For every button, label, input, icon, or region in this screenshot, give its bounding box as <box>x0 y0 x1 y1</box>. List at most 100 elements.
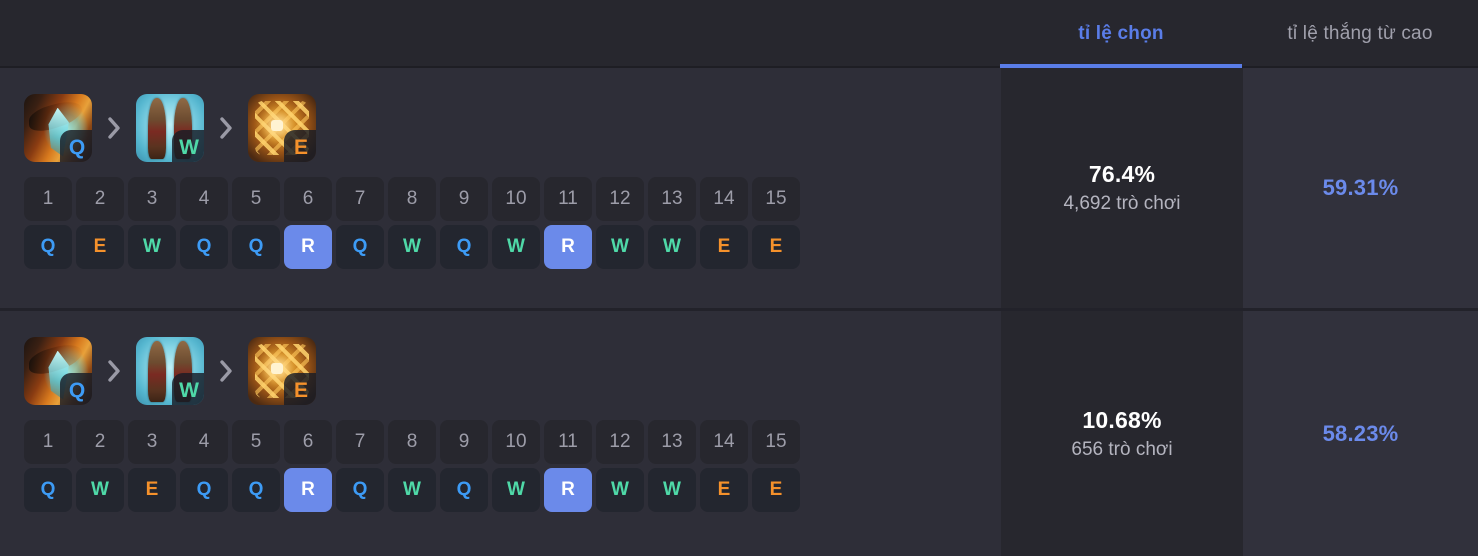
skill-cell-1-q: Q <box>24 468 72 512</box>
level-cell-2: 2 <box>76 177 124 221</box>
skill-cell-6-r: R <box>284 468 332 512</box>
pick-rate-value: 76.4% <box>1088 161 1156 187</box>
level-cell-14: 14 <box>700 420 748 464</box>
pick-rate-cell: 10.68% 656 trò chơi <box>1001 311 1243 556</box>
level-cell-13: 13 <box>648 420 696 464</box>
skill-cell-9-q: Q <box>440 225 488 269</box>
ability-key-badge-q: Q <box>60 130 92 162</box>
pick-rate-value: 10.68% <box>1082 406 1162 433</box>
level-number-row: 1 2 3 4 5 6 7 8 9 10 11 12 13 14 15 <box>24 177 1001 221</box>
level-cell-12: 12 <box>596 420 644 464</box>
ability-icon-e[interactable]: E <box>248 337 316 405</box>
ability-icon-w[interactable]: W <box>136 94 204 162</box>
skill-cell-12-w: W <box>596 225 644 269</box>
level-cell-11: 11 <box>544 177 592 221</box>
level-cell-1: 1 <box>24 420 72 464</box>
win-rate-value: 58.23% <box>1322 420 1399 446</box>
skill-cell-6-r: R <box>284 225 332 269</box>
tab-pick-rate[interactable]: tỉ lệ chọn <box>1000 0 1242 68</box>
skill-cell-2-e: E <box>76 225 124 269</box>
level-cell-8: 8 <box>388 420 436 464</box>
games-count: 4,692 trò chơi <box>1063 193 1181 214</box>
skill-cell-5-q: Q <box>232 225 280 269</box>
skill-order-grid: 1 2 3 4 5 6 7 8 9 10 11 12 13 14 15 QWEQQRQWQWRWWEE <box>24 420 1001 512</box>
skill-cell-9-q: Q <box>440 468 488 512</box>
row-skill-section: Q W E 1 2 3 4 5 6 7 8 9 10 11 12 13 14 1… <box>0 68 1001 308</box>
chevron-right-icon <box>92 359 136 383</box>
skill-cell-11-r: R <box>544 225 592 269</box>
skill-key-row: QWEQQRQWQWRWWEE <box>24 468 1001 512</box>
level-cell-10: 10 <box>492 177 540 221</box>
skill-cell-11-r: R <box>544 468 592 512</box>
panel-header: tỉ lệ chọn tỉ lệ thắng từ cao <box>0 0 1478 68</box>
ability-icon-e[interactable]: E <box>248 94 316 162</box>
level-cell-3: 3 <box>128 177 176 221</box>
tab-win-rate[interactable]: tỉ lệ thắng từ cao <box>1242 0 1478 68</box>
level-cell-15: 15 <box>752 177 800 221</box>
tab-pick-rate-label: tỉ lệ chọn <box>1078 23 1164 44</box>
level-cell-11: 11 <box>544 420 592 464</box>
level-cell-1: 1 <box>24 177 72 221</box>
table-row[interactable]: Q W E 1 2 3 4 5 6 7 8 9 10 11 12 13 14 1… <box>0 68 1478 311</box>
skill-cell-4-q: Q <box>180 468 228 512</box>
build-rows: Q W E 1 2 3 4 5 6 7 8 9 10 11 12 13 14 1… <box>0 68 1478 556</box>
skill-order-grid: 1 2 3 4 5 6 7 8 9 10 11 12 13 14 15 QEWQQRQWQWRWWEE <box>24 177 1001 269</box>
level-cell-5: 5 <box>232 420 280 464</box>
skill-cell-14-e: E <box>700 468 748 512</box>
ability-key-badge-q: Q <box>60 373 92 405</box>
skill-cell-15-e: E <box>752 225 800 269</box>
pick-rate-cell: 76.4% 4,692 trò chơi <box>1001 68 1243 308</box>
skill-cell-14-e: E <box>700 225 748 269</box>
skill-cell-13-w: W <box>648 468 696 512</box>
level-cell-4: 4 <box>180 420 228 464</box>
skill-cell-7-q: Q <box>336 468 384 512</box>
level-cell-10: 10 <box>492 420 540 464</box>
ability-key-badge-e: E <box>284 130 316 162</box>
level-cell-7: 7 <box>336 420 384 464</box>
ability-key-badge-w: W <box>172 130 204 162</box>
tab-win-rate-label: tỉ lệ thắng từ cao <box>1287 23 1433 44</box>
level-cell-4: 4 <box>180 177 228 221</box>
level-cell-9: 9 <box>440 177 488 221</box>
skill-cell-4-q: Q <box>180 225 228 269</box>
ability-key-badge-w: W <box>172 373 204 405</box>
skill-key-row: QEWQQRQWQWRWWEE <box>24 225 1001 269</box>
row-skill-section: Q W E 1 2 3 4 5 6 7 8 9 10 11 12 13 14 1… <box>0 311 1001 556</box>
skill-cell-13-w: W <box>648 225 696 269</box>
level-cell-5: 5 <box>232 177 280 221</box>
skill-cell-10-w: W <box>492 225 540 269</box>
win-rate-value: 59.31% <box>1322 175 1399 200</box>
ability-key-badge-e: E <box>284 373 316 405</box>
skill-cell-12-w: W <box>596 468 644 512</box>
level-number-row: 1 2 3 4 5 6 7 8 9 10 11 12 13 14 15 <box>24 420 1001 464</box>
win-rate-cell: 59.31% <box>1243 68 1478 308</box>
ability-priority-chain: Q W E <box>24 94 1001 162</box>
level-cell-14: 14 <box>700 177 748 221</box>
ability-icon-w[interactable]: W <box>136 337 204 405</box>
chevron-right-icon <box>204 359 248 383</box>
ability-icon-q[interactable]: Q <box>24 337 92 405</box>
level-cell-9: 9 <box>440 420 488 464</box>
skill-cell-2-w: W <box>76 468 124 512</box>
level-cell-8: 8 <box>388 177 436 221</box>
games-count: 656 trò chơi <box>1071 438 1173 460</box>
ability-priority-chain: Q W E <box>24 337 1001 405</box>
skill-cell-15-e: E <box>752 468 800 512</box>
level-cell-3: 3 <box>128 420 176 464</box>
skill-cell-3-e: E <box>128 468 176 512</box>
level-cell-15: 15 <box>752 420 800 464</box>
skill-cell-3-w: W <box>128 225 176 269</box>
skill-cell-5-q: Q <box>232 468 280 512</box>
level-cell-7: 7 <box>336 177 384 221</box>
table-row[interactable]: Q W E 1 2 3 4 5 6 7 8 9 10 11 12 13 14 1… <box>0 311 1478 556</box>
level-cell-2: 2 <box>76 420 124 464</box>
sort-tabs: tỉ lệ chọn tỉ lệ thắng từ cao <box>1000 0 1478 68</box>
skill-cell-1-q: Q <box>24 225 72 269</box>
chevron-right-icon <box>92 116 136 140</box>
ability-icon-q[interactable]: Q <box>24 94 92 162</box>
skill-cell-10-w: W <box>492 468 540 512</box>
level-cell-13: 13 <box>648 177 696 221</box>
skill-order-panel: tỉ lệ chọn tỉ lệ thắng từ cao Q W E 1 2 … <box>0 0 1478 556</box>
chevron-right-icon <box>204 116 248 140</box>
level-cell-6: 6 <box>284 177 332 221</box>
